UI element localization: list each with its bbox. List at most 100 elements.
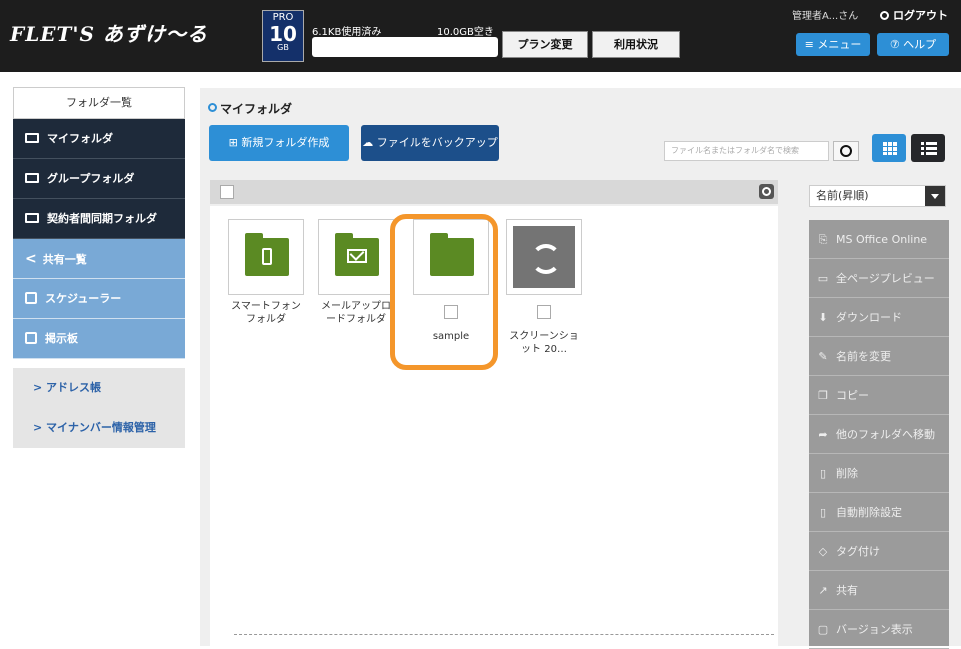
sidebar-spacer <box>13 359 185 368</box>
top-header: FLET'S あずけ〜る PRO 10 GB 6.1KB使用済み 10.0GB空… <box>0 0 961 72</box>
mail-folder-icon <box>335 233 379 276</box>
action-tag[interactable]: ◇ タグ付け <box>809 532 949 571</box>
new-folder-button[interactable]: ⊞ 新規フォルダ作成 <box>209 125 349 161</box>
power-icon <box>880 11 889 20</box>
share-icon: ↗ <box>818 584 828 597</box>
breadcrumb-label: マイフォルダ <box>220 102 293 116</box>
refresh-button[interactable] <box>759 184 774 199</box>
file-toolbar <box>210 180 778 204</box>
sort-label: 名前(昇順) <box>816 189 869 202</box>
folder-icon <box>25 213 39 223</box>
backup-label: ファイルをバックアップ <box>376 136 498 149</box>
action-label: ダウンロード <box>836 311 902 324</box>
action-label: コピー <box>836 389 869 402</box>
action-label: 他のフォルダへ移動 <box>836 428 935 441</box>
folder-icon <box>25 173 39 183</box>
file-tile-mail-upload[interactable] <box>318 219 394 295</box>
sidebar: フォルダ一覧 マイフォルダ グループフォルダ 契約者間同期フォルダ < 共有一覧 … <box>13 87 185 448</box>
file-checkbox[interactable] <box>537 305 551 319</box>
sidebar-item-group-folder[interactable]: グループフォルダ <box>13 159 185 199</box>
download-icon: ⬇ <box>818 311 828 324</box>
file-name-line2: ードフォルダ <box>326 314 386 325</box>
search-button[interactable] <box>833 141 859 161</box>
action-label: 削除 <box>836 467 858 480</box>
sidebar-item-address-book[interactable]: > アドレス帳 <box>13 368 185 408</box>
delete-icon: ▯ <box>819 467 827 480</box>
file-name-line2: フォルダ <box>246 314 286 325</box>
bulletin-icon <box>25 332 37 344</box>
sidebar-item-scheduler[interactable]: スケジューラー <box>13 279 185 319</box>
action-office-online[interactable]: ⎘ MS Office Online <box>809 220 949 259</box>
sidebar-item-label: スケジューラー <box>45 292 122 305</box>
file-name: スマートフォン フォルダ <box>221 300 311 326</box>
auto-delete-icon: ▯ <box>819 506 827 519</box>
action-copy[interactable]: ❐ コピー <box>809 376 949 415</box>
action-delete[interactable]: ▯ 削除 <box>809 454 949 493</box>
new-folder-label: 新規フォルダ作成 <box>241 136 330 149</box>
search-input[interactable]: ファイル名またはフォルダ名で検索 <box>664 141 829 161</box>
new-folder-icon: ⊞ <box>228 136 242 149</box>
action-label: 全ページプレビュー <box>836 272 935 285</box>
office-icon: ⎘ <box>818 233 828 246</box>
file-name-line2: ット 20… <box>521 344 567 355</box>
action-auto-delete[interactable]: ▯ 自動削除設定 <box>809 493 949 532</box>
move-icon: ➦ <box>818 428 828 441</box>
action-download[interactable]: ⬇ ダウンロード <box>809 298 949 337</box>
sync-icon <box>513 226 575 288</box>
plan-size: 10 <box>269 22 297 46</box>
action-move[interactable]: ➦ 他のフォルダへ移動 <box>809 415 949 454</box>
sidebar-item-bulletin[interactable]: 掲示板 <box>13 319 185 359</box>
usage-status-button[interactable]: 利用状況 <box>592 31 680 58</box>
copy-icon: ❐ <box>818 389 828 402</box>
logout-label: ログアウト <box>893 9 948 22</box>
file-tile-screenshot[interactable] <box>506 219 582 295</box>
sidebar-item-my-folder[interactable]: マイフォルダ <box>13 119 185 159</box>
action-panel: ⎘ MS Office Online ▭ 全ページプレビュー ⬇ ダウンロード ✎ 名前… <box>809 220 949 649</box>
sidebar-item-label: 共有一覧 <box>42 253 87 266</box>
sidebar-item-label: グループフォルダ <box>47 172 135 185</box>
action-rename[interactable]: ✎ 名前を変更 <box>809 337 949 376</box>
file-name-line1: スマートフォン <box>231 301 301 312</box>
action-label: MS Office Online <box>836 233 928 246</box>
logout-button[interactable]: ログアウト <box>880 7 948 23</box>
help-button[interactable]: ⑦ ヘルプ <box>877 33 949 56</box>
divider <box>234 634 774 635</box>
sidebar-item-label: 契約者間同期フォルダ <box>47 212 157 225</box>
list-icon <box>921 142 937 155</box>
phone-icon <box>262 248 272 265</box>
list-view-button[interactable] <box>911 134 945 162</box>
action-label: バージョン表示 <box>836 623 913 636</box>
action-preview[interactable]: ▭ 全ページプレビュー <box>809 259 949 298</box>
sidebar-item-my-number[interactable]: > マイナンバー情報管理 <box>13 408 185 448</box>
sidebar-item-share-list[interactable]: < 共有一覧 <box>13 239 185 279</box>
sidebar-title: フォルダ一覧 <box>13 87 185 119</box>
smartphone-folder-icon <box>245 233 289 276</box>
file-name-line1: スクリーンショ <box>509 331 579 342</box>
cloud-upload-icon: ☁ <box>362 136 377 149</box>
sort-select[interactable]: 名前(昇順) <box>809 185 946 207</box>
action-label: 自動削除設定 <box>836 506 902 519</box>
rename-icon: ✎ <box>818 350 828 363</box>
action-version[interactable]: ▢ バージョン表示 <box>809 610 949 649</box>
tag-icon: ◇ <box>818 545 828 558</box>
usage-bar <box>312 37 498 57</box>
folder-icon <box>25 133 39 143</box>
file-name: メールアップロ ードフォルダ <box>311 300 401 326</box>
version-icon: ▢ <box>817 623 829 636</box>
app-logo[interactable]: FLET'S あずけ〜る <box>10 18 208 47</box>
selection-highlight <box>390 214 498 370</box>
plan-badge: PRO 10 GB <box>262 10 304 62</box>
sidebar-item-sync-folder[interactable]: 契約者間同期フォルダ <box>13 199 185 239</box>
menu-button[interactable]: ≡ メニュー <box>796 33 870 56</box>
grid-view-button[interactable] <box>872 134 906 162</box>
action-label: 名前を変更 <box>836 350 891 363</box>
action-label: 共有 <box>836 584 858 597</box>
plan-change-button[interactable]: プラン変更 <box>502 31 588 58</box>
main-panel: マイフォルダ ⊞ 新規フォルダ作成 ☁ ファイルをバックアップ ファイル名または… <box>200 88 961 649</box>
file-tile-smartphone[interactable] <box>228 219 304 295</box>
action-share[interactable]: ↗ 共有 <box>809 571 949 610</box>
backup-button[interactable]: ☁ ファイルをバックアップ <box>361 125 499 161</box>
select-all-checkbox[interactable] <box>220 185 234 199</box>
grid-icon <box>883 142 897 155</box>
breadcrumb-dot-icon <box>208 103 217 112</box>
